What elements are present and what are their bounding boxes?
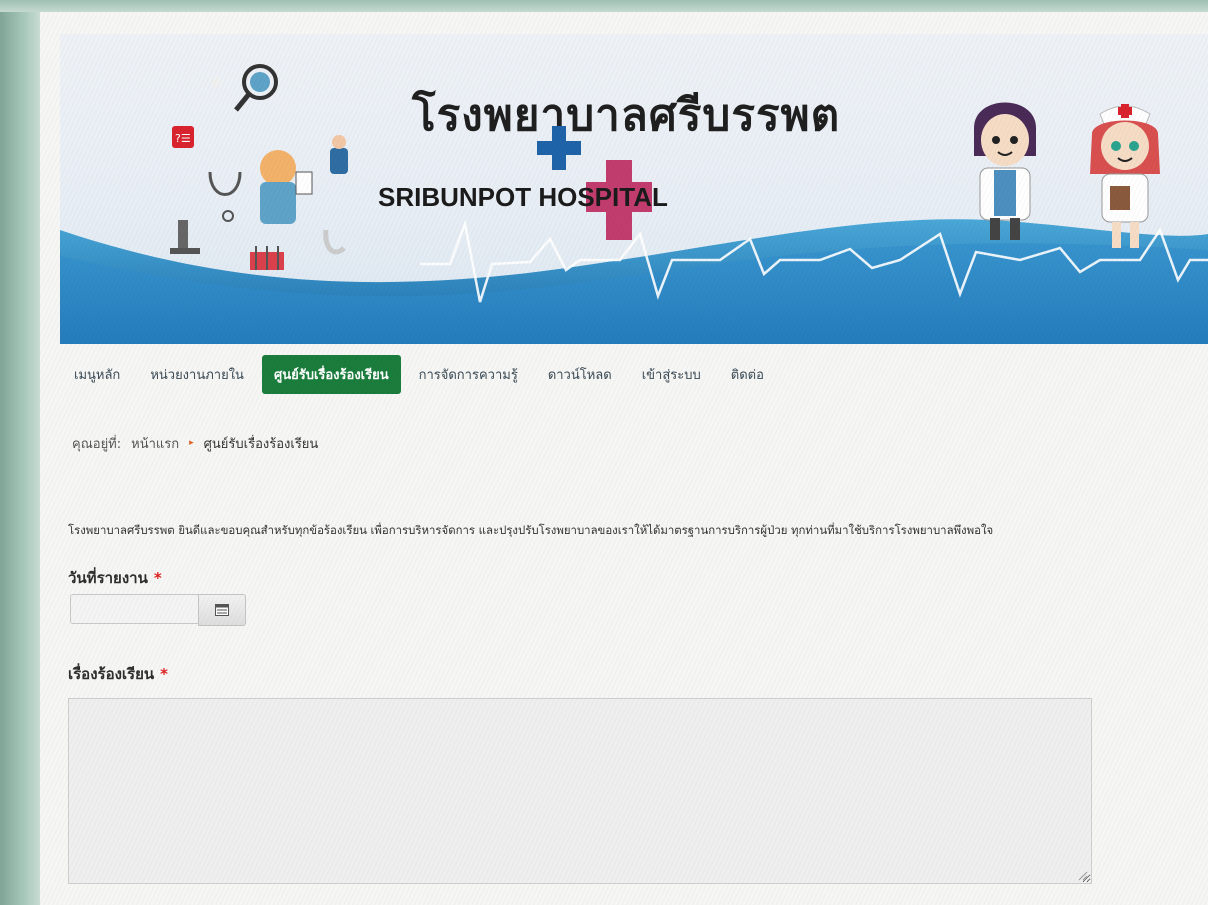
breadcrumb-current: ศูนย์รับเรื่องร้องเรียน	[203, 436, 319, 452]
resize-handle-icon[interactable]	[1076, 869, 1088, 881]
nav-item-login[interactable]: เข้าสู่ระบบ	[642, 358, 701, 391]
intro-text: โรงพยาบาลศรีบรรพต ยินดีและขอบคุณสำหรับทุ…	[68, 523, 994, 537]
date-field-label-text: วันที่รายงาน	[68, 569, 148, 587]
complaint-textarea[interactable]	[68, 698, 1092, 884]
browser-viewport: ?☰ โรงพยาบาลศรีบรรพต SRIBUNPOT HOSPITAL …	[40, 12, 1208, 905]
main-navigation: เมนูหลัก หน่วยงานภายใน ศูนย์รับเรื่องร้อ…	[60, 350, 1208, 398]
required-asterisk: *	[153, 569, 162, 587]
blue-cross-icon	[537, 126, 581, 170]
complaint-field-label: เรื่องร้องเรียน *	[68, 662, 168, 686]
calendar-button[interactable]	[198, 594, 246, 626]
calendar-icon	[215, 604, 229, 616]
nav-item-complaint-center[interactable]: ศูนย์รับเรื่องร้องเรียน	[261, 354, 401, 394]
breadcrumb: คุณอยู่ที่: หน้าแรก ▸ ศูนย์รับเรื่องร้อง…	[62, 426, 1208, 460]
hospital-name-english-part2: HOSPITAL	[538, 182, 668, 212]
nav-item-internal-units[interactable]: หน่วยงานภายใน	[150, 358, 244, 391]
hospital-banner: ?☰ โรงพยาบาลศรีบรรพต SRIBUNPOT HOSPITAL	[60, 34, 1208, 344]
svg-text:?☰: ?☰	[175, 132, 191, 145]
required-asterisk: *	[160, 665, 168, 683]
hospital-name-english: SRIBUNPOT HOSPITAL	[378, 182, 668, 213]
nav-item-main-menu[interactable]: เมนูหลัก	[74, 358, 120, 391]
hospital-name-english-part1: SRIBUNPOT	[378, 182, 539, 212]
complaint-field-label-text: เรื่องร้องเรียน	[68, 665, 155, 683]
breadcrumb-prefix: คุณอยู่ที่:	[72, 436, 122, 452]
hospital-name-thai: โรงพยาบาลศรีบรรพต	[412, 90, 841, 141]
nav-item-knowledge-management[interactable]: การจัดการความรู้	[419, 358, 518, 391]
breadcrumb-home-link[interactable]: หน้าแรก	[131, 433, 179, 454]
doctor-cartoon-icon	[974, 102, 1036, 240]
monitor-bezel-left	[0, 0, 40, 905]
medical-icons-illustration: ?☰	[170, 64, 348, 270]
report-date-input[interactable]	[70, 594, 198, 624]
nav-item-download[interactable]: ดาวน์โหลด	[548, 358, 612, 391]
date-field-label: วันที่รายงาน *	[68, 566, 162, 590]
nav-item-contact[interactable]: ติดต่อ	[731, 358, 764, 391]
nurse-cartoon-icon	[1090, 104, 1160, 248]
monitor-bezel-top	[0, 0, 1208, 12]
breadcrumb-separator-icon: ▸	[189, 438, 194, 448]
